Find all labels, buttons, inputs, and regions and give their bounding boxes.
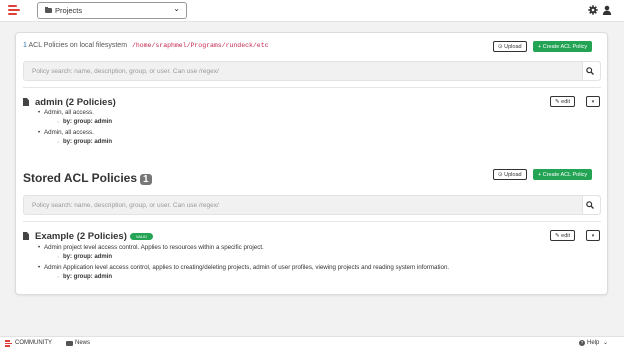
search-icon (586, 67, 594, 75)
file-icon (23, 232, 29, 240)
policy-actions-dropdown[interactable]: ▾ (586, 96, 600, 107)
search-placeholder: Policy search: name, description, group,… (32, 68, 219, 75)
upload-icon: ⊙ (498, 44, 503, 50)
policy-search-input[interactable]: Policy search: name, description, group,… (23, 195, 601, 215)
create-label: Create ACL Policy (542, 43, 588, 50)
divider (23, 221, 601, 222)
acl-policies-card: 1 ACL Policies on local filesystem /home… (15, 32, 608, 295)
upload-button[interactable]: ⊙ Upload (493, 41, 527, 52)
chevron-down-icon: ⌄ (173, 4, 180, 13)
rundeck-logo-icon[interactable] (8, 5, 20, 17)
edit-icon: ✎ (555, 233, 560, 239)
footer: COMMUNITY News ? Help ⌄ (0, 336, 624, 348)
top-navbar: Projects ⌄ (0, 0, 624, 22)
search-placeholder: Policy search: name, description, group,… (32, 202, 219, 209)
edit-button[interactable]: ✎ edit (550, 230, 576, 241)
filesystem-header: 1 ACL Policies on local filesystem /home… (23, 42, 269, 49)
newspaper-icon (66, 340, 73, 346)
folder-icon (45, 7, 52, 13)
rundeck-logo-icon[interactable] (5, 340, 12, 347)
rule-description: Admin, all access. (38, 129, 94, 136)
rule-description: Admin project level access control. Appl… (38, 244, 264, 251)
edit-label: edit (561, 99, 571, 105)
policy-actions-dropdown[interactable]: ▾ (586, 230, 600, 241)
upload-button[interactable]: ⊙ Upload (493, 169, 527, 180)
search-button[interactable] (582, 196, 600, 214)
create-acl-policy-button[interactable]: + Create ACL Policy (533, 41, 593, 52)
valid-badge: VALID (129, 233, 154, 240)
rule-description: Admin Application level access control, … (38, 264, 449, 271)
policy-search-input[interactable]: Policy search: name, description, group,… (23, 61, 601, 81)
policy-title[interactable]: Example (2 Policies) VALID (23, 231, 154, 242)
edit-label: edit (561, 233, 571, 239)
chevron-down-icon[interactable]: ⌄ (603, 339, 608, 346)
policy-title-text: admin (2 Policies) (35, 97, 116, 108)
policy-title-text: Example (2 Policies) (35, 231, 127, 242)
upload-label: Upload (504, 44, 522, 50)
upload-icon: ⊙ (498, 172, 503, 178)
gear-icon[interactable] (588, 5, 598, 15)
divider (23, 87, 601, 88)
edit-button[interactable]: ✎ edit (550, 96, 576, 107)
upload-label: Upload (504, 172, 522, 178)
help-link[interactable]: Help (587, 340, 599, 346)
caret-down-icon: ▾ (591, 233, 595, 239)
filesystem-count: 1 (23, 42, 27, 49)
rule-by: by: group: admin (57, 139, 112, 145)
help-icon: ? (579, 340, 585, 346)
create-acl-policy-button[interactable]: + Create ACL Policy (533, 169, 593, 180)
search-button[interactable] (582, 62, 600, 80)
policy-title[interactable]: admin (2 Policies) (23, 97, 116, 108)
stored-count-badge: 1 (140, 174, 152, 185)
rule-by: by: group: admin (57, 254, 112, 260)
rule-by: by: group: admin (57, 119, 112, 125)
rule-by: by: group: admin (57, 274, 112, 280)
file-icon (23, 98, 29, 106)
stored-acl-title: Stored ACL Policies 1 (23, 171, 152, 185)
community-link[interactable]: COMMUNITY (15, 340, 52, 346)
caret-down-icon: ▾ (591, 99, 595, 105)
edit-icon: ✎ (555, 99, 560, 105)
plus-icon: + (538, 171, 542, 178)
stored-title-text: Stored ACL Policies (23, 171, 138, 185)
user-icon[interactable] (602, 5, 612, 15)
filesystem-label: ACL Policies on local filesystem (28, 42, 128, 49)
project-select-label: Projects (55, 6, 83, 15)
rule-description: Admin, all access. (38, 109, 94, 116)
search-icon (586, 201, 594, 209)
project-select[interactable]: Projects ⌄ (37, 2, 187, 19)
filesystem-path: /home/sraphmel/Programs/rundeck/etc (131, 42, 269, 49)
plus-icon: + (538, 43, 542, 50)
news-link[interactable]: News (75, 340, 90, 346)
create-label: Create ACL Policy (542, 171, 588, 178)
